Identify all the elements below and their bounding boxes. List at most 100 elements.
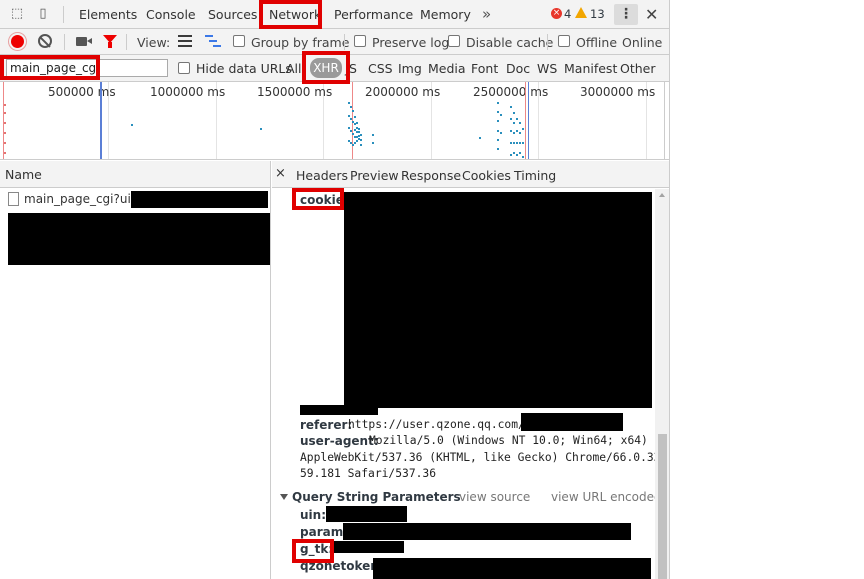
tab-network[interactable]: Network — [269, 0, 322, 29]
offline-checkbox[interactable] — [558, 35, 570, 47]
request-dot — [522, 156, 524, 158]
record-icon[interactable] — [11, 35, 24, 48]
divider — [126, 34, 127, 50]
request-dot — [519, 142, 521, 144]
tab-performance[interactable]: Performance — [334, 0, 413, 29]
error-count[interactable]: 4 — [564, 7, 571, 21]
scroll-up-arrow-icon[interactable] — [659, 193, 665, 197]
tab-headers[interactable]: Headers — [296, 168, 348, 183]
disable-cache-checkbox[interactable] — [448, 35, 460, 47]
request-dot — [519, 122, 521, 124]
tick-label: 500000 ms — [48, 85, 116, 99]
request-dot — [510, 142, 512, 144]
param-key-uin: uin: — [300, 508, 326, 522]
filter-type-js[interactable]: JS — [343, 61, 357, 76]
request-dot — [358, 131, 360, 133]
tab-cookies[interactable]: Cookies — [462, 168, 511, 183]
timeline-end-marker — [664, 82, 665, 159]
request-name[interactable]: main_page_cgi?uin= — [24, 192, 148, 206]
view-source-link[interactable]: view source — [459, 490, 530, 504]
scrollbar-thumb[interactable] — [658, 434, 667, 579]
filter-type-ws[interactable]: WS — [537, 61, 557, 76]
tab-response[interactable]: Response — [401, 168, 461, 183]
tick-label: 1500000 ms — [257, 85, 333, 99]
preserve-log-checkbox[interactable] — [354, 35, 366, 47]
request-dot — [497, 130, 499, 132]
scrollbar[interactable] — [655, 189, 669, 579]
request-dot — [348, 127, 350, 129]
request-dot — [513, 152, 515, 154]
group-by-frame-checkbox[interactable] — [233, 35, 245, 47]
redaction — [326, 506, 407, 522]
request-details: × Headers Preview Response Cookies Timin… — [272, 161, 669, 579]
filter-input[interactable]: main_page_cgi — [6, 59, 168, 77]
filter-type-xhr[interactable]: XHR — [310, 58, 342, 78]
main-tab-strip: ⬚ ▯ Elements Console Sources Network Per… — [0, 0, 669, 29]
filter-type-all[interactable]: All — [286, 61, 302, 76]
header-value-user-agent: Mozilla/5.0 (Windows NT 10.0; Win64; x64… — [369, 434, 648, 447]
warning-icon[interactable] — [575, 7, 587, 18]
request-dot — [497, 120, 499, 122]
request-dot — [4, 132, 6, 134]
table-row[interactable]: main_page_cgi?uin= — [0, 189, 270, 210]
header-key-user-agent: user-agent: — [300, 434, 379, 448]
filter-type-img[interactable]: Img — [398, 61, 422, 76]
redaction — [131, 191, 268, 208]
inspect-element-icon[interactable]: ⬚ — [9, 6, 25, 22]
divider — [344, 34, 345, 50]
name-column-header[interactable]: Name — [0, 161, 270, 188]
group-by-frame-label: Group by frame — [251, 35, 350, 50]
tab-elements[interactable]: Elements — [79, 0, 137, 29]
clear-icon[interactable] — [38, 34, 52, 48]
request-dot — [372, 134, 374, 136]
request-dot — [354, 142, 356, 144]
preserve-log-label: Preserve log — [372, 35, 450, 50]
request-dot — [513, 122, 515, 124]
capture-screenshots-icon[interactable] — [76, 37, 92, 46]
param-key-g-tk: g_tk: — [300, 542, 334, 556]
more-tabs-chevron-icon[interactable]: » — [482, 5, 491, 23]
warning-count[interactable]: 13 — [590, 7, 605, 21]
filter-type-css[interactable]: CSS — [368, 61, 393, 76]
request-dot — [500, 114, 502, 116]
request-dot — [350, 106, 352, 108]
filter-type-media[interactable]: Media — [428, 61, 466, 76]
close-details-icon[interactable]: × — [275, 166, 286, 181]
tab-preview[interactable]: Preview — [350, 168, 399, 183]
request-dot — [522, 142, 524, 144]
tab-sources[interactable]: Sources — [208, 0, 257, 29]
disable-cache-label: Disable cache — [466, 35, 554, 50]
tab-timing[interactable]: Timing — [514, 168, 556, 183]
device-toolbar-icon[interactable]: ▯ — [35, 6, 51, 22]
dom-content-loaded-marker — [528, 82, 529, 159]
divider — [63, 6, 64, 23]
large-rows-icon[interactable] — [178, 35, 192, 47]
filter-type-other[interactable]: Other — [620, 61, 656, 76]
filter-type-font[interactable]: Font — [471, 61, 498, 76]
query-string-section-toggle[interactable]: Query String Parameters — [280, 490, 461, 504]
request-dot — [516, 142, 518, 144]
waterfall-icon[interactable] — [205, 35, 221, 47]
view-url-encoded-link[interactable]: view URL encoded — [551, 490, 662, 504]
filter-icon[interactable] — [103, 35, 117, 48]
timeline-overview[interactable]: 500000 ms 1000000 ms 1500000 ms 2000000 … — [0, 82, 669, 160]
request-dot — [510, 154, 512, 156]
hide-data-urls-checkbox[interactable] — [178, 62, 190, 74]
hide-data-urls-label: Hide data URLs — [196, 61, 292, 76]
load-marker — [525, 82, 526, 159]
error-icon[interactable]: × — [551, 8, 562, 19]
close-devtools-icon[interactable]: ✕ — [645, 5, 658, 24]
tab-console[interactable]: Console — [146, 0, 196, 29]
filter-type-doc[interactable]: Doc — [506, 61, 530, 76]
request-list: Name main_page_cgi?uin= — [0, 161, 271, 579]
request-dot — [513, 132, 515, 134]
throttling-select[interactable]: Online — [622, 35, 662, 50]
request-dot — [358, 128, 360, 130]
header-value-user-agent-cont: AppleWebKit/537.36 (KHTML, like Gecko) C… — [300, 451, 661, 464]
request-dot — [513, 142, 515, 144]
filter-type-manifest[interactable]: Manifest — [564, 61, 617, 76]
tab-memory[interactable]: Memory — [420, 0, 471, 29]
kebab-menu-icon[interactable]: ⋮ — [614, 4, 638, 25]
request-dot — [516, 154, 518, 156]
request-dot — [479, 137, 481, 139]
